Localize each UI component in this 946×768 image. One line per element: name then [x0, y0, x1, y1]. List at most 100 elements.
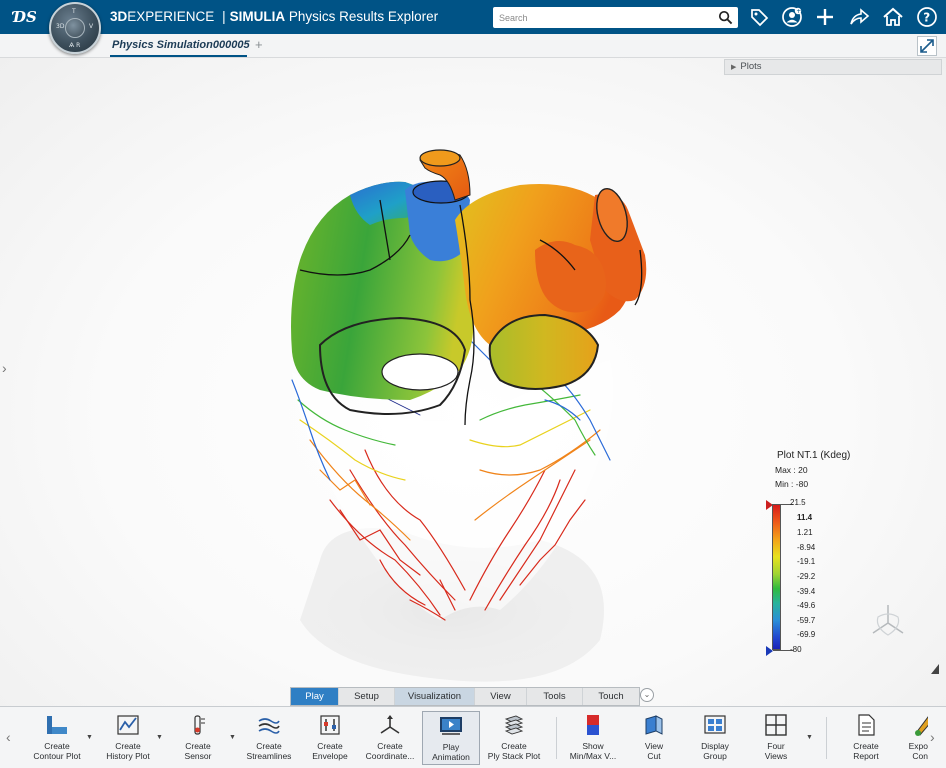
four-views-button[interactable]: Four Views	[754, 711, 798, 765]
app-name: Physics Results Explorer	[288, 9, 439, 24]
legend-tick: 11.4	[797, 513, 813, 522]
dropdown-caret-icon[interactable]: ▼	[156, 734, 163, 741]
svg-text:3D: 3D	[56, 23, 65, 30]
ply-stack-icon	[504, 715, 524, 735]
play-animation-button[interactable]: Play Animation	[422, 711, 480, 765]
svg-text:T: T	[71, 8, 76, 15]
button-label: Group	[703, 751, 727, 761]
play-animation-icon	[440, 717, 462, 735]
legend-tick: -49.6	[797, 601, 816, 610]
button-label: Views	[764, 751, 788, 761]
button-label: Create	[501, 741, 527, 751]
brand-experience: EXPERIENCE	[127, 9, 215, 24]
search-icon[interactable]	[718, 10, 733, 25]
display-group-icon	[704, 715, 726, 734]
add-tab-button[interactable]: +	[255, 37, 263, 53]
button-label: Cut	[647, 751, 661, 761]
dropdown-caret-icon[interactable]: ▼	[229, 734, 236, 741]
create-coordinate-system-button[interactable]: Create Coordinate...	[362, 711, 418, 765]
button-label: Four	[767, 741, 785, 751]
brand-3d: 3D	[110, 9, 128, 24]
top-bar: ƊS 3DEXPERIENCE | SIMULIA Physics Results…	[0, 0, 946, 34]
compass-widget[interactable]: T 3D V Ѧ R	[49, 2, 101, 54]
create-streamlines-button[interactable]: Create Streamlines	[243, 711, 295, 765]
export-button[interactable]: Expo Con	[900, 711, 928, 765]
legend-tick: -39.4	[797, 587, 816, 596]
legend-max: Max : 20	[775, 465, 808, 475]
tab-tools[interactable]: Tools	[527, 688, 583, 705]
svg-text:ƊS: ƊS	[12, 8, 36, 26]
button-label: Expo	[908, 741, 928, 751]
show-min-max-button[interactable]: Show Min/Max V...	[566, 711, 620, 765]
tab-visualization[interactable]: Visualization	[395, 688, 475, 705]
envelope-icon	[320, 715, 340, 735]
help-icon[interactable]: ?	[916, 6, 938, 28]
3d-viewport[interactable]: ▶ Plots › Plot NT.1 (Kdeg) Max: 20 Min …	[0, 58, 946, 706]
toolbar-divider	[556, 717, 557, 759]
button-label: View	[644, 741, 664, 751]
home-icon[interactable]	[882, 6, 904, 28]
button-label: Streamlines	[246, 751, 292, 761]
svg-text:+: +	[796, 8, 801, 15]
action-bar: ‹ Create Contour Plot ▼ Create History P…	[0, 706, 946, 768]
legend-min-marker-icon	[766, 646, 773, 656]
collapse-toolbar-chevron-icon[interactable]: ⌄	[640, 688, 654, 702]
legend-title: Plot NT.1 (Kdeg)	[777, 450, 851, 461]
maximize-button[interactable]	[917, 36, 937, 56]
app-title: 3DEXPERIENCE | SIMULIA Physics Results Ex…	[110, 0, 438, 34]
plus-icon[interactable]	[814, 6, 836, 28]
brand-simulia: SIMULIA	[229, 9, 286, 24]
svg-text:?: ?	[923, 11, 930, 25]
section-tab-bar: Play Setup Visualization View Tools Touc…	[290, 687, 640, 706]
view-cut-icon	[645, 715, 663, 735]
button-label: Create	[377, 741, 403, 751]
button-label: Con	[912, 751, 928, 761]
legend-tick: -69.9	[797, 630, 816, 639]
svg-text:V: V	[89, 23, 94, 30]
user-add-icon[interactable]: +	[781, 6, 803, 28]
search-input[interactable]	[493, 7, 713, 28]
tab-touch[interactable]: Touch	[583, 688, 639, 705]
button-label: Envelope	[312, 751, 348, 761]
create-report-button[interactable]: Create Report	[844, 711, 888, 765]
button-label: Display	[701, 741, 729, 751]
tab-physics-simulation[interactable]: Physics Simulation000005	[110, 37, 250, 57]
create-envelope-button[interactable]: Create Envelope	[307, 711, 353, 765]
report-icon	[858, 714, 875, 736]
four-views-icon	[765, 714, 787, 736]
tab-setup[interactable]: Setup	[339, 688, 395, 705]
button-label: Create	[115, 741, 141, 751]
share-icon[interactable]	[848, 6, 870, 28]
button-label: Show	[582, 741, 604, 751]
svg-text:Ѧ R: Ѧ R	[69, 42, 80, 49]
contour-plot-icon	[47, 716, 67, 734]
create-sensor-button[interactable]: Create Sensor	[176, 711, 220, 765]
view-cut-button[interactable]: View Cut	[634, 711, 674, 765]
compass-center[interactable]	[65, 18, 85, 38]
button-label: Report	[853, 751, 879, 761]
legend-tick: -59.7	[797, 616, 816, 625]
button-label: Contour Plot	[33, 751, 81, 761]
tab-play[interactable]: Play	[291, 688, 339, 705]
scroll-left-icon[interactable]: ‹	[6, 729, 11, 745]
create-history-plot-button[interactable]: Create History Plot	[104, 711, 152, 765]
axis-triad-icon[interactable]	[865, 597, 911, 643]
button-label: Animation	[432, 752, 470, 762]
button-label: Sensor	[184, 751, 212, 761]
tag-icon[interactable]	[748, 6, 770, 28]
scroll-right-icon[interactable]: ›	[930, 729, 935, 745]
contour-legend: Plot NT.1 (Kdeg) Max : 20 Min : -80 21.5…	[760, 450, 870, 665]
min-max-icon	[587, 715, 599, 735]
dropdown-caret-icon[interactable]: ▼	[86, 734, 93, 741]
create-ply-stack-plot-button[interactable]: Create Ply Stack Plot	[486, 711, 542, 765]
button-label: Play	[442, 742, 460, 752]
display-group-button[interactable]: Display Group	[692, 711, 738, 765]
button-label: Create	[853, 741, 879, 751]
streamlines-icon	[258, 718, 280, 734]
button-label: Create	[256, 741, 282, 751]
create-contour-plot-button[interactable]: Create Contour Plot	[32, 711, 82, 765]
search-box	[493, 7, 738, 28]
ds-logo-icon[interactable]: ƊS	[11, 4, 37, 28]
dropdown-caret-icon[interactable]: ▼	[806, 734, 813, 741]
tab-view[interactable]: View	[475, 688, 527, 705]
